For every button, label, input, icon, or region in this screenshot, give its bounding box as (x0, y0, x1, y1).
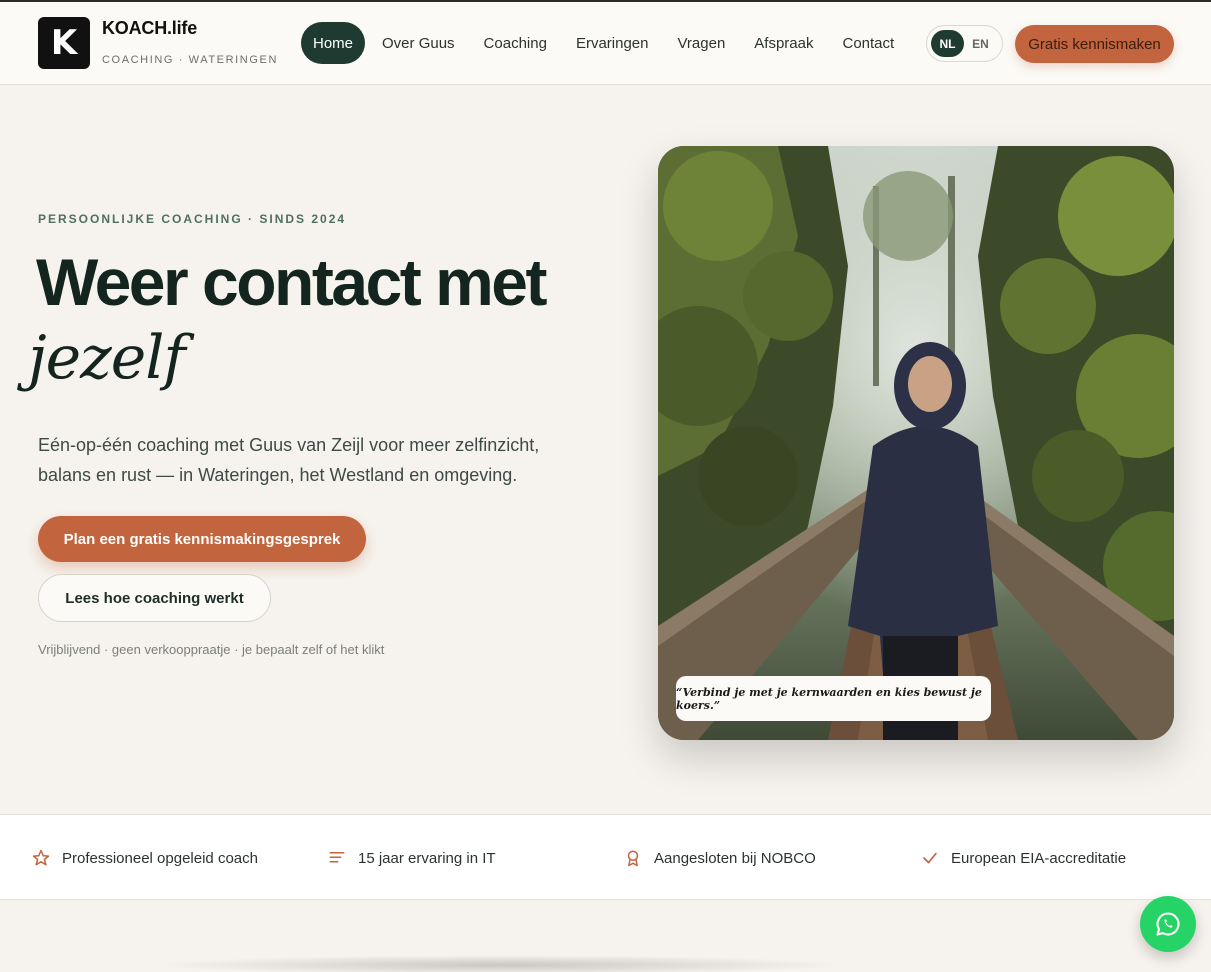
quote-card: “Verbind je met je kernwaarden en kies b… (676, 676, 991, 721)
whatsapp-icon (1156, 912, 1180, 936)
hero-title: Weer contact met (36, 245, 547, 319)
site-header: K KOACH.life COACHING · WATERINGEN Home … (0, 2, 1211, 85)
feature-item: 15 jaar ervaring in IT (328, 849, 496, 867)
hero-eyebrow: PERSOONLIJKE COACHING · SINDS 2024 (38, 212, 347, 226)
feature-item: Aangesloten bij NOBCO (624, 849, 816, 867)
whatsapp-button[interactable] (1140, 896, 1196, 952)
language-switch: NL EN (926, 25, 1003, 62)
lang-nl-button[interactable]: NL (931, 30, 964, 57)
hero-photo (658, 146, 1174, 740)
nav-item-afspraak[interactable]: Afspraak (742, 22, 825, 64)
check-icon (921, 849, 939, 867)
hero-description: Eén-op-één coaching met Guus van Zeijl v… (38, 435, 540, 485)
star-icon (32, 849, 50, 867)
nav-item-coaching[interactable]: Coaching (472, 22, 559, 64)
read-how-coaching-works-button[interactable]: Lees hoe coaching werkt (38, 574, 271, 622)
nav-item-contact[interactable]: Contact (831, 22, 907, 64)
feature-label: Professioneel opgeleid coach (62, 849, 258, 867)
feature-item: Professioneel opgeleid coach (32, 849, 258, 867)
logo-icon[interactable]: K (38, 17, 90, 69)
nav-item-home[interactable]: Home (301, 22, 366, 64)
lang-en-button[interactable]: EN (964, 30, 997, 57)
brand-name[interactable]: KOACH.life (102, 18, 197, 39)
header-cta-button[interactable]: Gratis kennismaken (1015, 25, 1174, 63)
nav-item-vragen[interactable]: Vragen (665, 22, 737, 64)
award-icon (624, 849, 642, 867)
nav-item-ervaringen[interactable]: Ervaringen (564, 22, 661, 64)
coach-on-bridge-illustration (658, 146, 1174, 740)
main-nav: Home Over Guus Coaching Ervaringen Vrage… (301, 22, 911, 64)
nav-item-over-guus[interactable]: Over Guus (370, 22, 467, 64)
brand-tagline: COACHING · WATERINGEN (102, 54, 278, 66)
hero-note: Vrijblijvend · geen verkooppraatje · je … (38, 642, 385, 657)
plan-intro-call-button[interactable]: Plan een gratis kennismakingsgesprek (38, 516, 366, 562)
feature-label: European EIA-accreditatie (951, 849, 1127, 867)
next-section-shadow (150, 955, 850, 972)
feature-label: Aangesloten bij NOBCO (654, 849, 816, 867)
lines-icon (328, 849, 346, 867)
features-band: Professioneel opgeleid coach 15 jaar erv… (0, 814, 1211, 900)
feature-label: 15 jaar ervaring in IT (358, 849, 496, 867)
feature-item: European EIA-accreditatie (921, 849, 1126, 867)
hero-title-italic: jezelf (28, 323, 186, 393)
